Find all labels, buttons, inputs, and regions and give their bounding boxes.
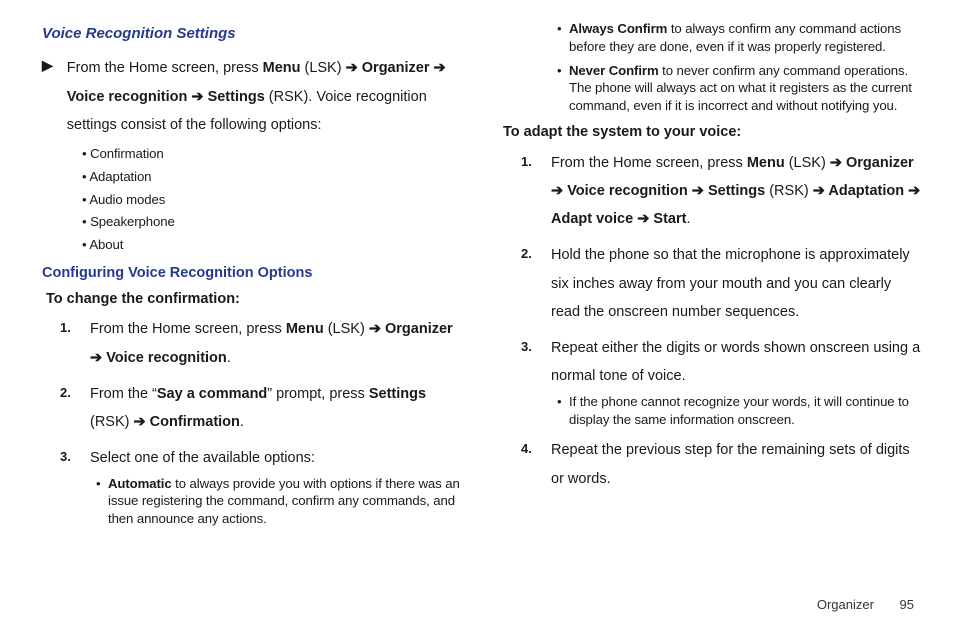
arrow-icon: ➔	[551, 183, 563, 199]
arrow-icon: ➔	[369, 321, 381, 337]
label-voice-recognition: Voice recognition	[567, 183, 692, 199]
label-organizer: Organizer	[381, 321, 453, 337]
t: From the “	[90, 386, 157, 402]
step-1: From the Home screen, press Menu (LSK) ➔…	[60, 315, 463, 372]
t: .	[227, 350, 231, 366]
b: Always Confirm	[569, 21, 667, 36]
page-footer: Organizer 95	[817, 596, 914, 614]
manual-page: Voice Recognition Settings ▶ From the Ho…	[0, 0, 954, 562]
play-arrow-icon: ▶	[42, 54, 53, 139]
arrow-icon: ➔	[191, 89, 203, 105]
label-settings: Settings	[204, 89, 265, 105]
heading-voice-recognition-settings: Voice Recognition Settings	[42, 24, 463, 44]
step-4: Repeat the previous step for the remaini…	[521, 436, 924, 493]
arrow-icon: ➔	[813, 183, 825, 199]
t: From the Home screen, press	[90, 321, 286, 337]
t: (RSK)	[765, 183, 813, 199]
t: .	[240, 414, 244, 430]
t: (LSK)	[324, 321, 369, 337]
list-item: Adaptation	[82, 168, 463, 186]
subhead-to-change-confirmation: To change the confirmation:	[46, 290, 463, 310]
label-organizer: Organizer	[358, 60, 434, 76]
heading-configuring-options: Configuring Voice Recognition Options	[42, 264, 463, 284]
label-organizer: Organizer	[842, 155, 914, 171]
t: Repeat either the digits or words shown …	[551, 340, 920, 384]
label-settings: Settings	[369, 386, 426, 402]
footer-section: Organizer	[817, 597, 874, 612]
footer-page-number: 95	[900, 597, 914, 612]
step-2: From the “Say a command” prompt, press S…	[60, 380, 463, 437]
arrow-icon: ➔	[692, 183, 704, 199]
arrow-icon: ➔	[90, 350, 102, 366]
option-never-confirm: Never Confirm to never confirm any comma…	[557, 62, 924, 115]
subhead-to-adapt-system: To adapt the system to your voice:	[503, 123, 924, 143]
step-3-note: If the phone cannot recognize your words…	[551, 393, 924, 429]
arrow-icon: ➔	[908, 183, 920, 199]
label-settings: Settings	[704, 183, 765, 199]
label-voice-recognition: Voice recognition	[67, 89, 192, 105]
arrow-icon: ➔	[830, 155, 842, 171]
t: (RSK)	[90, 414, 134, 430]
step-3: Repeat either the digits or words shown …	[521, 334, 924, 428]
step-2: Hold the phone so that the microphone is…	[521, 241, 924, 326]
arrow-icon: ➔	[346, 60, 358, 76]
list-item: Confirmation	[82, 145, 463, 163]
option-always-confirm: Always Confirm to always confirm any com…	[557, 20, 924, 56]
t: (LSK)	[785, 155, 830, 171]
t: .	[686, 211, 690, 227]
t: From the Home screen, press	[67, 60, 263, 76]
arrow-icon: ➔	[637, 211, 649, 227]
t: From the Home screen, press	[551, 155, 747, 171]
label-say-a-command: Say a command	[157, 386, 267, 402]
list-item: Speakerphone	[82, 213, 463, 231]
list-item: Audio modes	[82, 191, 463, 209]
intro-text: From the Home screen, press Menu (LSK) ➔…	[67, 54, 463, 139]
note: If the phone cannot recognize your words…	[557, 393, 924, 429]
label-voice-recognition: Voice recognition	[106, 350, 227, 366]
t: ” prompt, press	[267, 386, 369, 402]
label-start: Start	[649, 211, 686, 227]
t: Select one of the available options:	[90, 450, 315, 466]
b: Automatic	[108, 476, 172, 491]
label-adaptation: Adaptation	[825, 183, 908, 199]
b: Never Confirm	[569, 63, 659, 78]
label-menu: Menu	[286, 321, 324, 337]
label-menu: Menu	[263, 60, 301, 76]
arrow-icon: ➔	[134, 414, 146, 430]
intro-block: ▶ From the Home screen, press Menu (LSK)…	[42, 54, 463, 139]
label-adapt-voice: Adapt voice	[551, 211, 637, 227]
step-1: From the Home screen, press Menu (LSK) ➔…	[521, 149, 924, 234]
option-automatic: Automatic to always provide you with opt…	[96, 475, 463, 528]
options-list: Confirmation Adaptation Audio modes Spea…	[42, 145, 463, 254]
arrow-icon: ➔	[434, 60, 446, 76]
list-item: About	[82, 236, 463, 254]
label-menu: Menu	[747, 155, 785, 171]
t: (LSK)	[300, 60, 345, 76]
label-confirmation: Confirmation	[146, 414, 240, 430]
